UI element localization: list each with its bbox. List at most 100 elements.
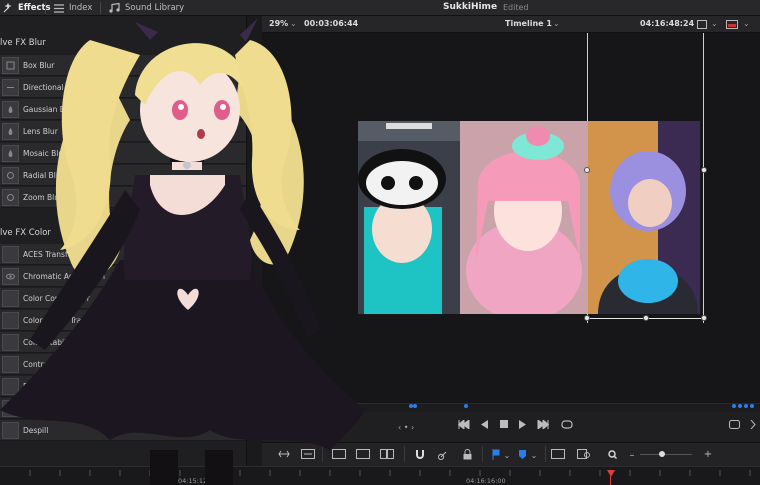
- effect-item-color-stabilizer[interactable]: Color Stabilizer: [0, 332, 246, 353]
- transform-handle[interactable]: [584, 315, 590, 321]
- category-title-blur[interactable]: lve FX Blur: [0, 34, 246, 52]
- play-button[interactable]: [519, 420, 527, 429]
- reverse-play-button[interactable]: [481, 420, 489, 429]
- jog-control[interactable]: ‹ • ›: [398, 423, 414, 432]
- effect-thumbnail-icon: [2, 144, 19, 162]
- effect-label: Mosaic Blur: [23, 148, 67, 158]
- snapping-toggle[interactable]: [412, 447, 428, 461]
- custom-zoom-button[interactable]: [602, 447, 618, 461]
- effect-label: Chromatic Adaptation: [23, 271, 105, 281]
- effect-thumbnail-icon: [2, 377, 19, 395]
- viewer-mode-icon[interactable]: [697, 20, 707, 29]
- play-icon: [519, 420, 526, 429]
- effect-item-gaussian-blur[interactable]: Gaussian Blur: [0, 99, 246, 120]
- marker[interactable]: [738, 404, 742, 408]
- chevron-down-icon[interactable]: ⌄: [526, 448, 542, 462]
- chevron-down-icon[interactable]: ⌄: [743, 19, 750, 28]
- marker[interactable]: [732, 404, 736, 408]
- effect-thumbnail-icon: [2, 333, 19, 351]
- effect-label: ACES Transform: [23, 249, 83, 259]
- effect-label: Radial Blur: [23, 170, 64, 180]
- effect-thumbnail-icon: [2, 311, 19, 329]
- effect-item-color-space-transform[interactable]: Color Space Transform: [0, 310, 246, 331]
- loop-icon: [561, 420, 573, 429]
- overwrite-clip-button[interactable]: [355, 447, 371, 461]
- magnet-icon: [416, 449, 424, 459]
- effect-thumbnail-icon: [2, 100, 19, 118]
- safe-guide-line: [703, 33, 704, 323]
- insert-clip-button[interactable]: [331, 447, 347, 461]
- marker[interactable]: [744, 404, 748, 408]
- chevron-right-icon: [750, 420, 756, 429]
- effect-item-chromatic-adaptation[interactable]: Chromatic Adaptation: [0, 266, 246, 287]
- effect-item-contrast-pop[interactable]: Contrast Pop: [0, 354, 246, 375]
- effect-item-dctl[interactable]: DCTL: [0, 376, 246, 397]
- chevron-down-icon[interactable]: ⌄: [553, 19, 560, 28]
- chevron-down-icon[interactable]: ⌄: [711, 19, 718, 28]
- replace-icon: [380, 449, 394, 459]
- linked-selection-toggle[interactable]: [435, 447, 451, 461]
- marker-strip[interactable]: [262, 403, 760, 412]
- video-clip-preview[interactable]: [358, 121, 700, 314]
- clip-frame-image: [358, 121, 700, 314]
- go-to-start-button[interactable]: [458, 420, 470, 429]
- effect-item-color-compressor[interactable]: Color Compressor: [0, 288, 246, 309]
- effect-item-zoom-blur[interactable]: Zoom Blur: [0, 187, 246, 208]
- zoom-out-icon[interactable]: –: [624, 448, 640, 462]
- fullscreen-icon: [729, 420, 740, 429]
- tab-index[interactable]: Index: [54, 1, 92, 15]
- effect-item-directional-blur[interactable]: Directional Blur: [0, 77, 246, 98]
- replace-clip-button[interactable]: [379, 447, 395, 461]
- effect-label: Lens Blur: [23, 126, 58, 136]
- stop-button[interactable]: [500, 420, 508, 428]
- output-display-icon[interactable]: [726, 20, 738, 29]
- effect-label: Color Stabilizer: [23, 337, 80, 347]
- marker[interactable]: [750, 404, 754, 408]
- ruler-timecode: 04:15:12:0: [178, 477, 214, 485]
- transform-handle[interactable]: [701, 167, 707, 173]
- effect-thumbnail-icon: [2, 56, 19, 74]
- tab-effects[interactable]: Effects: [3, 1, 51, 15]
- zoom-in-icon[interactable]: +: [700, 447, 716, 461]
- effect-item-despill[interactable]: Despill: [0, 420, 246, 441]
- play-reverse-icon: [481, 420, 488, 429]
- transform-handle[interactable]: [584, 167, 590, 173]
- toolbar-divider: [322, 446, 323, 462]
- marker[interactable]: [464, 404, 468, 408]
- chevron-down-icon[interactable]: ⌄: [499, 448, 515, 462]
- trim-tool-button[interactable]: [276, 447, 292, 461]
- chevron-down-icon[interactable]: ⌄: [290, 19, 297, 28]
- effect-item-lens-blur[interactable]: Lens Blur: [0, 121, 246, 142]
- zoom-slider-thumb[interactable]: [659, 451, 665, 457]
- effect-label: Color Space Transform: [23, 315, 108, 325]
- marker[interactable]: [413, 404, 417, 408]
- next-button[interactable]: [750, 420, 756, 429]
- effect-item-mosaic-blur[interactable]: Mosaic Blur: [0, 143, 246, 164]
- tab-sound-library[interactable]: Sound Library: [109, 1, 184, 15]
- transport-bar: [262, 412, 760, 442]
- insert-icon: [332, 449, 346, 459]
- zoom-level[interactable]: 29%: [269, 19, 288, 28]
- link-icon: [437, 451, 446, 460]
- effect-item-box-blur[interactable]: Box Blur: [0, 55, 246, 76]
- go-to-end-button[interactable]: [537, 420, 549, 429]
- transform-handle[interactable]: [701, 315, 707, 321]
- effect-item-dehaze[interactable]: Dehaze: [0, 398, 246, 419]
- effect-label: Directional Blur: [23, 82, 82, 92]
- zoom-slider-track[interactable]: [640, 454, 692, 455]
- loop-button[interactable]: [561, 420, 573, 429]
- detail-zoom-button[interactable]: [576, 447, 592, 461]
- tab-divider: [45, 2, 46, 14]
- fullscreen-button[interactable]: [729, 420, 740, 429]
- blade-tool-button[interactable]: [300, 447, 316, 461]
- timeline-name[interactable]: Timeline 1: [505, 19, 552, 28]
- effect-item-aces-transform[interactable]: ACES Transform: [0, 244, 246, 265]
- effect-item-radial-blur[interactable]: Radial Blur: [0, 165, 246, 186]
- effect-thumbnail-icon: [2, 421, 19, 439]
- transform-handle[interactable]: [643, 315, 649, 321]
- playhead[interactable]: [607, 470, 615, 477]
- category-title-color[interactable]: lve FX Color: [0, 224, 246, 242]
- position-lock-toggle[interactable]: [459, 447, 475, 461]
- full-extent-zoom-button[interactable]: [550, 447, 566, 461]
- overwrite-icon: [356, 449, 370, 459]
